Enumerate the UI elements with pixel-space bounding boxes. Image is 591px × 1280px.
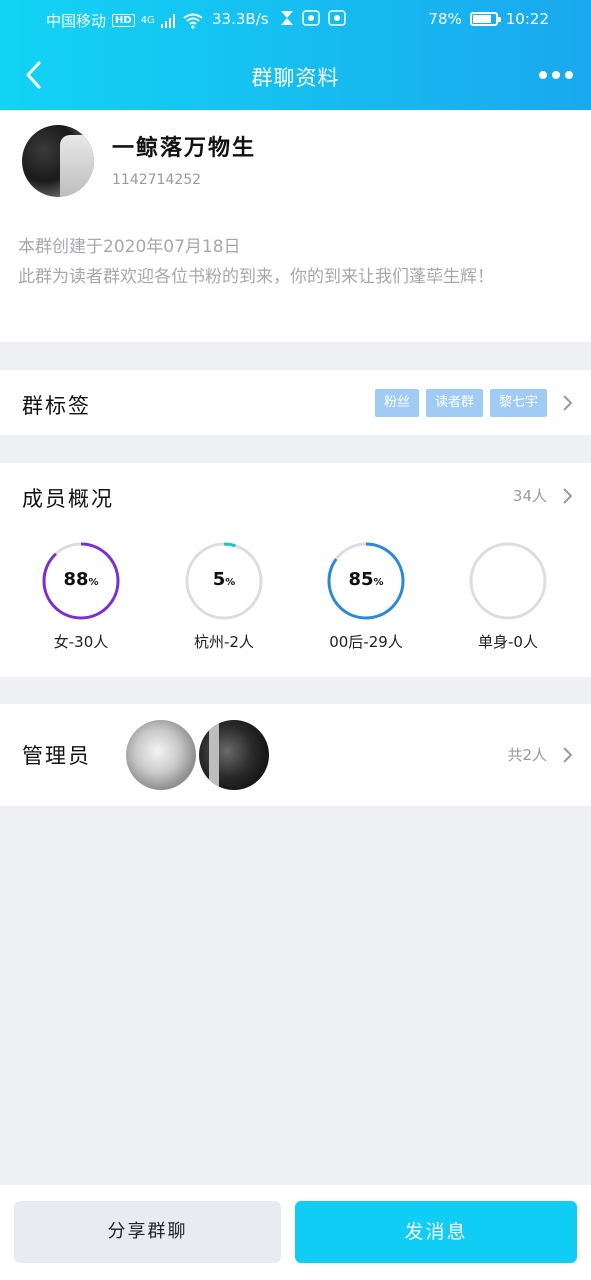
members-title: 成员概况 — [22, 487, 114, 511]
group-tags-row[interactable]: 群标签 粉丝 读者群 黎七宇 — [0, 370, 591, 435]
admin-count: 共2人 — [507, 746, 547, 764]
speed-text: 33.3B/s — [212, 10, 269, 28]
stat-unit: % — [225, 577, 236, 588]
stat-unit: % — [373, 577, 384, 588]
group-name: 一鲸落万物生 — [112, 136, 257, 161]
bottom-action-bar: 分享群聊 发消息 — [0, 1185, 591, 1280]
share-group-button[interactable]: 分享群聊 — [14, 1201, 281, 1263]
battery-text: 78% — [428, 10, 462, 28]
header-bar: 中国移动 HD 4G 33.3B/s 78% 10:22 群聊资料 — [0, 0, 591, 110]
stat-unit: % — [88, 577, 99, 588]
more-options-icon[interactable] — [539, 62, 573, 88]
battery-icon — [469, 12, 501, 26]
admin-avatar[interactable] — [199, 720, 269, 790]
chevron-right-icon — [563, 395, 573, 411]
stat-label: 00后-29人 — [329, 633, 403, 651]
chevron-right-icon — [563, 488, 573, 504]
group-created-text: 本群创建于2020年07月18日 — [18, 237, 241, 257]
group-description: 本群创建于2020年07月18日 此群为读者群欢迎各位书粉的到来，你的到来让我们… — [18, 232, 573, 292]
tag-item[interactable]: 粉丝 — [374, 389, 419, 417]
stat-ring-gender: 88% — [41, 541, 121, 621]
admin-avatar[interactable] — [126, 720, 196, 790]
clock-text: 10:22 — [505, 10, 549, 28]
signal-icon — [160, 13, 175, 28]
members-overview-card[interactable]: 成员概况 34人 88% 女-30人 5% 杭州-2人 85% 00后-29人 — [0, 463, 591, 677]
member-count: 34人 — [512, 487, 547, 505]
tag-item[interactable]: 读者群 — [425, 389, 483, 417]
stat-label: 单身-0人 — [478, 633, 538, 651]
group-id: 1142714252 — [112, 172, 202, 188]
network-text: 4G — [140, 15, 155, 26]
stat-label: 女-30人 — [53, 633, 109, 651]
group-avatar[interactable] — [22, 125, 94, 197]
stat-value: 88 — [63, 569, 89, 590]
hd-badge: HD — [112, 14, 135, 27]
notification-icon — [302, 10, 320, 26]
stat-value: 85 — [348, 569, 374, 590]
status-bar: 中国移动 HD 4G 33.3B/s 78% 10:22 — [0, 0, 591, 40]
send-message-button[interactable]: 发消息 — [295, 1201, 577, 1263]
admin-row[interactable]: 管理员 共2人 — [0, 704, 591, 806]
group-intro-text: 此群为读者群欢迎各位书粉的到来，你的到来让我们蓬荜生辉！ — [18, 267, 494, 287]
stat-ring-age: 85% — [326, 541, 406, 621]
page-title: 群聊资料 — [251, 66, 340, 90]
group-profile-card: 一鲸落万物生 1142714252 本群创建于2020年07月18日 此群为读者… — [0, 110, 591, 342]
hourglass-icon — [281, 11, 293, 25]
chevron-right-icon — [563, 747, 573, 763]
tag-item[interactable]: 黎七宇 — [489, 389, 547, 417]
stat-ring-city: 5% — [184, 541, 264, 621]
stat-label: 杭州-2人 — [194, 633, 254, 651]
tags-title: 群标签 — [22, 394, 91, 418]
wifi-icon — [183, 13, 203, 29]
stat-ring-single — [468, 541, 548, 621]
tag-list: 粉丝 读者群 黎七宇 — [374, 389, 547, 417]
notification-icon — [328, 10, 346, 26]
carrier-text: 中国移动 — [46, 12, 107, 30]
stat-value: 5 — [212, 569, 226, 590]
admin-title: 管理员 — [22, 744, 91, 768]
